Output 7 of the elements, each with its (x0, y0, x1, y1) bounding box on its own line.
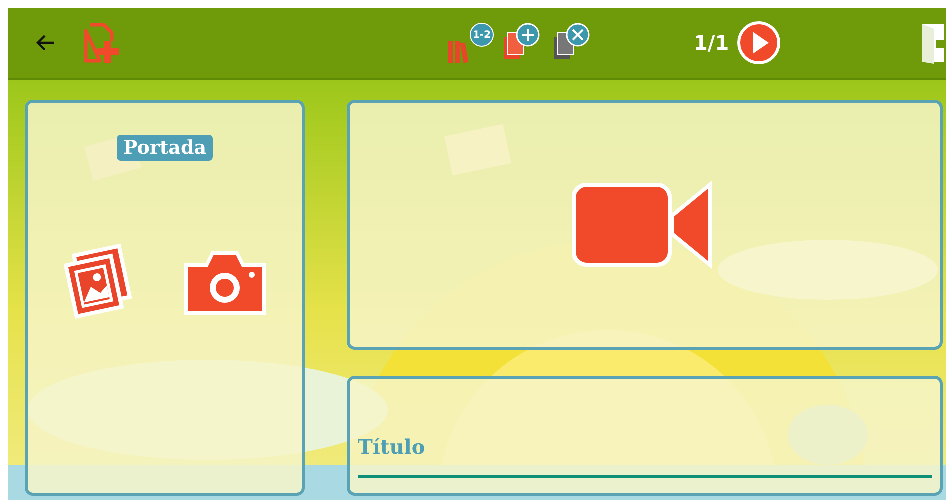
play-icon[interactable] (737, 21, 782, 65)
page-counter: 1/1 (694, 31, 730, 55)
cover-label: Portada (117, 135, 213, 161)
page-range-label: 1-2 (470, 23, 494, 47)
title-input[interactable]: Título (358, 414, 932, 478)
title-field[interactable]: Título (347, 376, 943, 496)
exit-door-icon[interactable] (920, 22, 946, 64)
